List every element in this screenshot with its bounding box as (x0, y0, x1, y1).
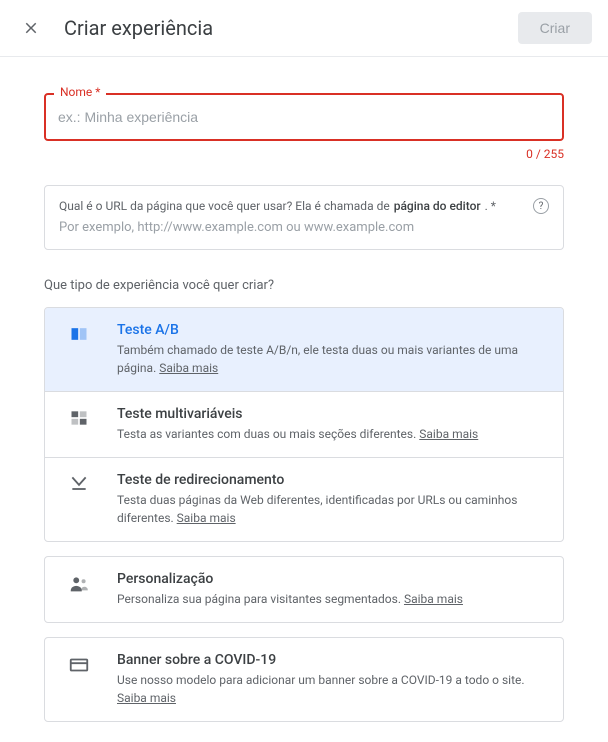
option-mvt-title: Teste multivariáveis (117, 406, 547, 422)
option-mvt-learn-more[interactable]: Saiba mais (419, 427, 478, 441)
option-ab-learn-more[interactable]: Saiba mais (159, 361, 218, 375)
create-button[interactable]: Criar (518, 12, 592, 44)
url-field-example: Por exemplo, http://www.example.com ou w… (59, 220, 549, 235)
option-ab-desc: Também chamado de teste A/B/n, ele testa… (117, 341, 547, 377)
url-label-prefix: Qual é o URL da página que você quer usa… (59, 199, 390, 213)
experience-type-title: Que tipo de experiência você quer criar? (44, 278, 564, 293)
option-covid-banner[interactable]: Banner sobre a COVID-19 Use nosso modelo… (45, 638, 563, 721)
banner-icon (61, 652, 97, 707)
option-mvt-body: Teste multivariáveis Testa as variantes … (117, 406, 547, 443)
close-icon (22, 19, 40, 37)
option-redirect-title: Teste de redirecionamento (117, 472, 547, 488)
option-personalization[interactable]: Personalização Personaliza sua página pa… (45, 557, 563, 622)
experience-type-list: Teste A/B Também chamado de teste A/B/n,… (44, 307, 564, 722)
url-field-label: Qual é o URL da página que você quer usa… (59, 198, 549, 214)
experience-type-group-personalization: Personalização Personaliza sua página pa… (44, 556, 564, 623)
option-ab-body: Teste A/B Também chamado de teste A/B/n,… (117, 322, 547, 377)
option-personalization-learn-more[interactable]: Saiba mais (404, 592, 463, 606)
name-input[interactable] (44, 93, 564, 141)
ab-test-icon (61, 322, 97, 377)
option-personalization-title: Personalização (117, 571, 547, 587)
name-char-counter: 0 / 255 (44, 147, 564, 161)
option-personalization-desc-text: Personaliza sua página para visitantes s… (117, 592, 401, 606)
option-ab-title: Teste A/B (117, 322, 547, 338)
close-button[interactable] (16, 13, 46, 43)
multivariate-icon (61, 406, 97, 443)
experience-type-group-banner: Banner sobre a COVID-19 Use nosso modelo… (44, 637, 564, 722)
dialog-header: Criar experiência Criar (0, 0, 608, 57)
option-redirect-learn-more[interactable]: Saiba mais (177, 511, 236, 525)
option-banner-body: Banner sobre a COVID-19 Use nosso modelo… (117, 652, 547, 707)
option-redirect-body: Teste de redirecionamento Testa duas pág… (117, 472, 547, 527)
option-banner-desc-text: Use nosso modelo para adicionar um banne… (117, 673, 525, 687)
option-redirect-desc: Testa duas páginas da Web diferentes, id… (117, 491, 547, 527)
option-redirect[interactable]: Teste de redirecionamento Testa duas pág… (45, 457, 563, 541)
dialog-content: Nome * 0 / 255 Qual é o URL da página qu… (0, 57, 608, 742)
option-ab-test[interactable]: Teste A/B Também chamado de teste A/B/n,… (45, 308, 563, 391)
help-icon[interactable]: ? (533, 198, 549, 214)
personalization-icon (61, 571, 97, 608)
option-personalization-body: Personalização Personaliza sua página pa… (117, 571, 547, 608)
name-field-wrap: Nome * (44, 93, 564, 141)
url-label-bold: página do editor (394, 199, 481, 213)
redirect-icon (61, 472, 97, 527)
url-label-suffix: . * (485, 199, 496, 213)
url-field[interactable]: Qual é o URL da página que você quer usa… (44, 185, 564, 250)
option-multivariate[interactable]: Teste multivariáveis Testa as variantes … (45, 391, 563, 457)
option-banner-learn-more[interactable]: Saiba mais (117, 691, 176, 705)
option-banner-desc: Use nosso modelo para adicionar um banne… (117, 671, 547, 707)
option-personalization-desc: Personaliza sua página para visitantes s… (117, 590, 547, 608)
experience-type-group-tests: Teste A/B Também chamado de teste A/B/n,… (44, 307, 564, 542)
option-banner-title: Banner sobre a COVID-19 (117, 652, 547, 668)
option-mvt-desc: Testa as variantes com duas ou mais seçõ… (117, 425, 547, 443)
name-field-label: Nome * (54, 85, 106, 99)
dialog-title: Criar experiência (64, 16, 213, 40)
option-mvt-desc-text: Testa as variantes com duas ou mais seçõ… (117, 427, 416, 441)
